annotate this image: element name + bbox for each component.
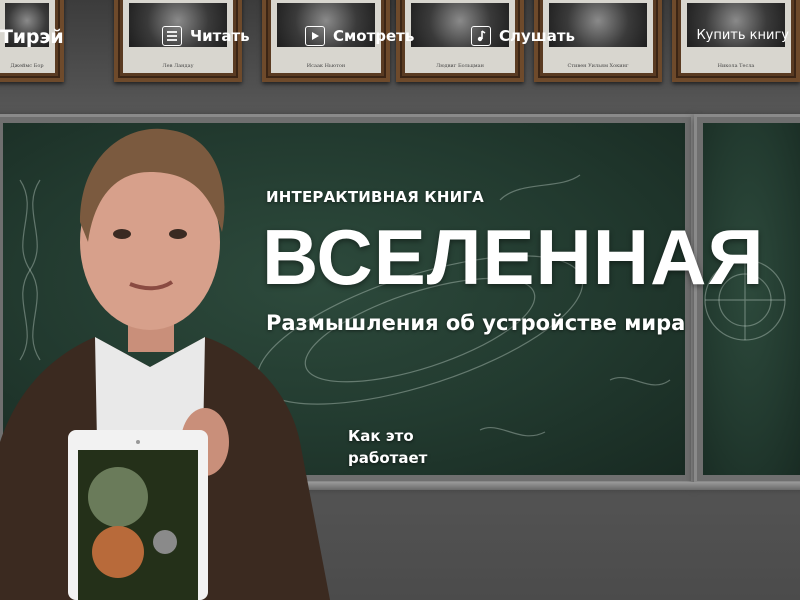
play-icon <box>305 26 325 46</box>
nav-read-label: Читать <box>190 27 250 45</box>
presenter-figure <box>0 128 330 600</box>
music-note-icon <box>471 26 491 46</box>
site-header: Тирэй Читать Смотреть Слушать Купить кни… <box>0 0 800 74</box>
nav-listen[interactable]: Слушать <box>471 25 575 47</box>
hero-title: ВСЕЛЕННАЯ <box>262 213 765 301</box>
nav-watch-label: Смотреть <box>333 27 415 45</box>
read-icon <box>162 26 182 46</box>
nav-read[interactable]: Читать <box>162 25 250 47</box>
hero-eyebrow: ИНТЕРАКТИВНАЯ КНИГА <box>266 188 484 206</box>
how-it-works-link[interactable]: Как это работает <box>348 425 458 469</box>
nav-listen-label: Слушать <box>499 27 576 45</box>
hero-subtitle: Размышления об устройстве мира <box>266 311 686 335</box>
buy-book-link[interactable]: Купить книгу <box>696 28 789 43</box>
nav-watch[interactable]: Смотреть <box>305 25 414 47</box>
brand-logo[interactable]: Тирэй <box>0 26 64 48</box>
